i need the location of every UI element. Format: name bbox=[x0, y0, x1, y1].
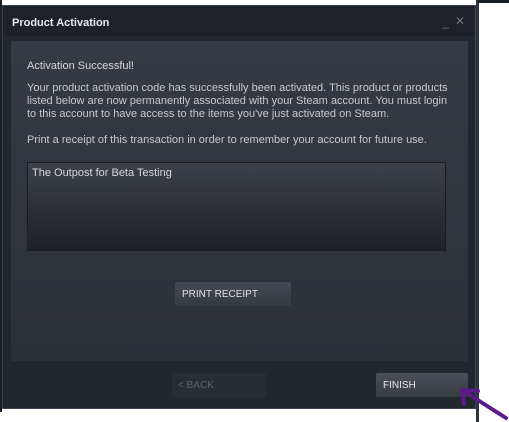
product-activation-dialog: Product Activation _ ✕ Activation Succes… bbox=[2, 5, 476, 409]
list-item: The Outpost for Beta Testing bbox=[32, 167, 172, 179]
window-title: Product Activation bbox=[12, 17, 110, 29]
receipt-hint: Print a receipt of this transaction in o… bbox=[27, 134, 427, 146]
back-button[interactable]: < BACK bbox=[172, 373, 266, 397]
activation-heading: Activation Successful! bbox=[27, 60, 134, 72]
finish-button[interactable]: FINISH bbox=[376, 373, 468, 397]
hand-drawn-arrow-icon bbox=[460, 388, 508, 420]
title-bar[interactable]: Product Activation _ ✕ bbox=[3, 6, 475, 36]
window-controls: _ ✕ bbox=[442, 14, 465, 29]
close-icon[interactable]: ✕ bbox=[455, 14, 465, 28]
dialog-content-panel: Activation Successful! Your product acti… bbox=[11, 41, 468, 361]
activation-message: Your product activation code has success… bbox=[27, 82, 448, 120]
page: Product Activation _ ✕ Activation Succes… bbox=[0, 0, 509, 422]
background-window-top bbox=[478, 0, 509, 3]
print-receipt-button[interactable]: PRINT RECEIPT bbox=[175, 282, 291, 306]
product-list[interactable]: The Outpost for Beta Testing bbox=[27, 162, 446, 251]
minimize-icon[interactable]: _ bbox=[442, 15, 449, 29]
background-window-edge-right bbox=[476, 0, 479, 422]
